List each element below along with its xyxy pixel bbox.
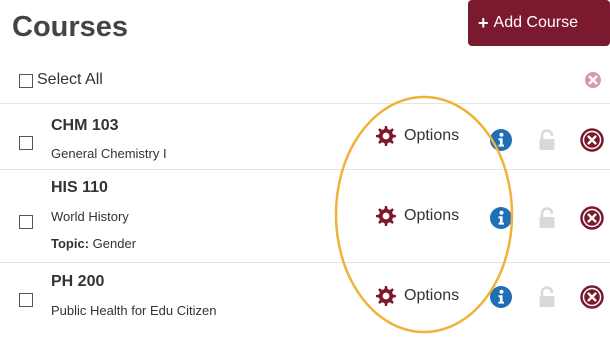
add-course-button[interactable]: + Add Course <box>468 0 610 46</box>
remove-course-icon[interactable] <box>580 128 604 157</box>
options-button[interactable]: Options <box>374 204 459 228</box>
remove-course-icon[interactable] <box>580 285 604 314</box>
course-code: HIS 110 <box>51 179 108 196</box>
select-all-checkbox[interactable] <box>19 74 33 88</box>
course-name: General Chemistry I <box>51 146 167 161</box>
course-row: CHM 103 General Chemistry I Options <box>0 104 610 170</box>
options-button[interactable]: Options <box>374 124 459 148</box>
options-label: Options <box>404 207 460 224</box>
course-checkbox[interactable] <box>19 136 33 150</box>
options-label: Options <box>404 127 460 144</box>
topic-value: Gender <box>92 236 137 251</box>
remove-all-icon[interactable] <box>584 71 602 94</box>
plus-icon: + <box>478 13 489 33</box>
course-checkbox[interactable] <box>19 215 33 229</box>
info-icon[interactable] <box>489 206 513 235</box>
course-checkbox[interactable] <box>19 293 33 307</box>
gear-icon <box>376 206 396 226</box>
options-label: Options <box>404 287 460 304</box>
info-icon[interactable] <box>489 128 513 157</box>
info-icon[interactable] <box>489 285 513 314</box>
page-title: Courses <box>12 11 129 43</box>
course-row: HIS 110 World History Topic: Gender Opti… <box>0 170 610 263</box>
lock-icon[interactable] <box>538 286 558 313</box>
page-header: Courses + Add Course <box>12 0 610 60</box>
select-all-row: Select All <box>0 60 610 104</box>
course-name: World History <box>51 209 129 224</box>
lock-icon[interactable] <box>538 207 558 234</box>
add-course-label: Add Course <box>493 14 579 31</box>
gear-icon <box>376 126 396 146</box>
course-code: CHM 103 <box>51 117 119 134</box>
lock-icon[interactable] <box>538 129 558 156</box>
course-row: PH 200 Public Health for Edu Citizen Opt… <box>0 263 610 343</box>
select-all-label[interactable]: Select All <box>37 71 103 89</box>
topic-key: Topic: <box>51 236 90 251</box>
course-name: Public Health for Edu Citizen <box>51 303 217 318</box>
course-code: PH 200 <box>51 273 105 290</box>
gear-icon <box>376 286 396 306</box>
options-button[interactable]: Options <box>374 284 459 308</box>
course-topic: Topic: Gender <box>51 236 136 251</box>
remove-course-icon[interactable] <box>580 206 604 235</box>
